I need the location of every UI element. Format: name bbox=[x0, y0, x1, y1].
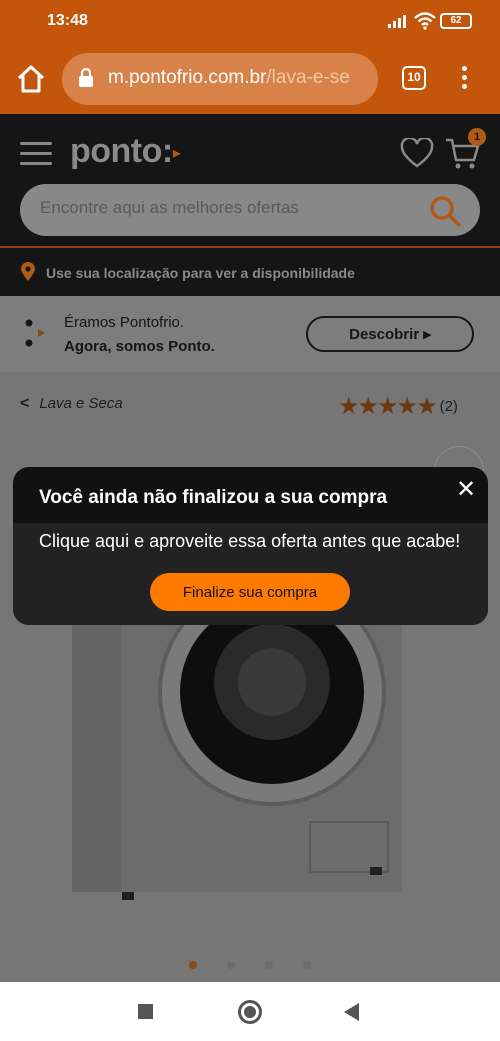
url-bar[interactable]: m.pontofrio.com.br/lava-e-se bbox=[62, 53, 378, 105]
recents-icon[interactable] bbox=[138, 1004, 153, 1019]
banner-line-1: Éramos Pontofrio. bbox=[64, 314, 185, 331]
search-input[interactable] bbox=[40, 198, 420, 218]
browser-menu-icon[interactable] bbox=[452, 64, 476, 94]
status-bar: 13:48 62 bbox=[0, 0, 500, 44]
carousel-dot[interactable] bbox=[189, 961, 197, 969]
search-icon[interactable] bbox=[428, 194, 462, 228]
product-section: < Lava e Seca ★★★★★ (2) bbox=[0, 372, 500, 982]
carousel-dot[interactable] bbox=[227, 961, 235, 969]
wifi-icon bbox=[414, 12, 436, 30]
carousel-dot[interactable] bbox=[303, 961, 311, 969]
system-nav-bar bbox=[0, 982, 500, 1041]
battery-icon: 62 bbox=[440, 13, 472, 29]
browser-toolbar: m.pontofrio.com.br/lava-e-se 10 bbox=[0, 44, 500, 114]
tab-switcher-button[interactable]: 10 bbox=[402, 66, 426, 90]
url-host: m.pontofrio.com.br bbox=[108, 67, 267, 88]
back-icon[interactable] bbox=[344, 1003, 359, 1021]
site-header: ponto:▸ 1 bbox=[0, 114, 500, 248]
rebrand-banner: Éramos Pontofrio. Agora, somos Ponto. De… bbox=[0, 296, 500, 372]
popup-title: Você ainda não finalizou a sua compra bbox=[39, 487, 388, 508]
home-icon[interactable] bbox=[14, 62, 48, 96]
ponto-logo-icon bbox=[25, 319, 45, 347]
lock-icon bbox=[79, 68, 93, 87]
image-carousel-dots[interactable] bbox=[0, 956, 500, 974]
home-circle-icon[interactable] bbox=[238, 1000, 262, 1024]
location-pin-icon bbox=[21, 262, 35, 281]
site-logo[interactable]: ponto:▸ bbox=[70, 132, 181, 171]
chevron-left-icon: < bbox=[20, 395, 30, 412]
logo-text: ponto: bbox=[70, 132, 173, 170]
search-bar bbox=[20, 184, 480, 236]
close-icon[interactable]: ✕ bbox=[456, 475, 476, 504]
cart-count-badge: 1 bbox=[468, 128, 486, 146]
review-count: (2) bbox=[439, 398, 458, 415]
location-prompt-text: Use sua localização para ver a disponibi… bbox=[46, 265, 355, 281]
location-bar[interactable]: Use sua localização para ver a disponibi… bbox=[0, 248, 500, 296]
product-rating[interactable]: ★★★★★ (2) bbox=[338, 392, 458, 421]
breadcrumb[interactable]: < Lava e Seca bbox=[20, 395, 123, 413]
star-rating-icon: ★★★★★ bbox=[338, 393, 438, 420]
url-text: m.pontofrio.com.br/lava-e-se bbox=[108, 67, 350, 89]
url-path: /lava-e-se bbox=[266, 67, 350, 88]
wishlist-heart-icon[interactable] bbox=[400, 138, 434, 168]
hamburger-menu-icon[interactable] bbox=[20, 142, 52, 168]
signal-icon bbox=[388, 15, 406, 28]
status-time: 13:48 bbox=[47, 12, 88, 29]
breadcrumb-label: Lava e Seca bbox=[39, 395, 123, 412]
banner-line-2: Agora, somos Ponto. bbox=[64, 338, 215, 355]
discover-button[interactable]: Descobrir ▸ bbox=[306, 316, 474, 352]
product-image[interactable] bbox=[62, 622, 412, 922]
carousel-dot[interactable] bbox=[265, 961, 273, 969]
finalize-purchase-button[interactable]: Finalize sua compra bbox=[150, 573, 350, 611]
popup-message[interactable]: Clique aqui e aproveite essa oferta ante… bbox=[39, 531, 460, 552]
abandoned-cart-popup: Você ainda não finalizou a sua compra ✕ … bbox=[13, 467, 488, 625]
